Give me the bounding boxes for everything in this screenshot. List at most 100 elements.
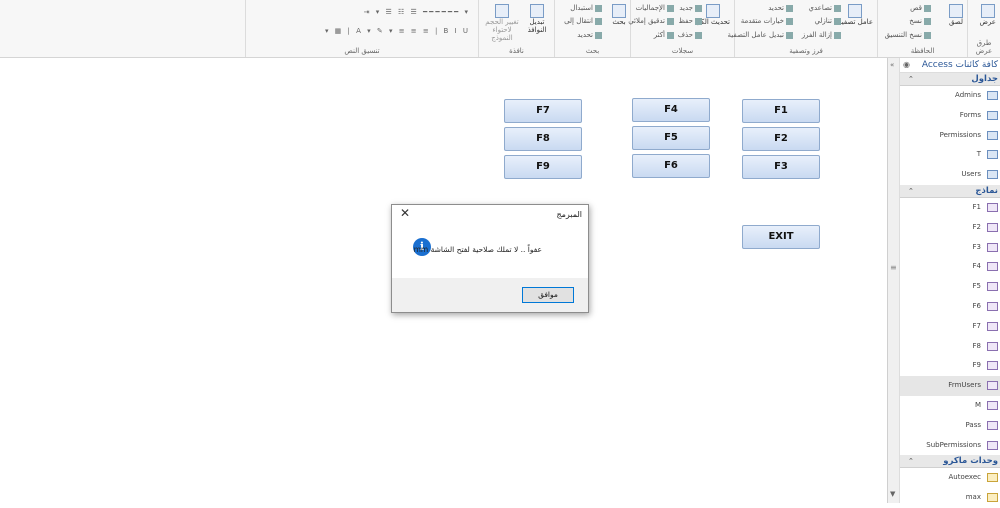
totals-button[interactable]: الإجماليات <box>636 4 674 12</box>
copy-button[interactable]: نسخ <box>909 17 931 25</box>
nav-item-label: F4 <box>972 262 981 271</box>
table-icon <box>987 170 998 180</box>
sort-ascending-button[interactable]: تصاعدي <box>809 4 841 12</box>
more-button[interactable]: أكثر <box>654 31 674 39</box>
nav-item[interactable]: F7 <box>900 317 1000 337</box>
forms-section-header[interactable]: نماذج ⌃ <box>900 184 1000 198</box>
nav-item[interactable]: F1 <box>900 198 1000 218</box>
scroll-down-icon[interactable]: ▼ <box>890 490 895 498</box>
selection-button[interactable]: تحديد <box>768 4 793 12</box>
nav-item[interactable]: F3 <box>900 238 1000 258</box>
nav-item[interactable]: F2 <box>900 218 1000 238</box>
new-record-button[interactable]: جديد <box>679 4 702 12</box>
toggle-filter-icon <box>786 31 793 39</box>
nav-item[interactable]: Permissions <box>900 126 1000 146</box>
font-controls[interactable]: ▾ ━━━━━━ ☰ ☷ ☰ ▾ ⇥ <box>364 8 470 16</box>
collapse-icon[interactable]: ⌃ <box>908 185 914 197</box>
nav-item-label: Forms <box>959 110 981 119</box>
nav-main: كافة كائنات Access ◉ جداول ⌃ Admins Forms… <box>900 58 1000 503</box>
nav-item[interactable]: F4 <box>900 257 1000 277</box>
size-to-fit-button[interactable]: تغيير الحجم لاحتواء النموذج <box>482 4 522 42</box>
form-icon <box>987 420 998 430</box>
sigma-icon <box>667 4 674 12</box>
select-button[interactable]: تحديد <box>577 31 602 39</box>
nav-item[interactable]: Forms <box>900 106 1000 126</box>
nav-item[interactable]: max <box>900 488 1000 508</box>
f7-button[interactable]: F7 <box>504 99 582 123</box>
remove-sort-icon <box>834 31 841 39</box>
nav-item[interactable]: Pass <box>900 416 1000 436</box>
nav-item[interactable]: FrmUsers <box>900 376 1000 396</box>
f1-button[interactable]: F1 <box>742 99 820 123</box>
select-cursor-icon <box>595 31 602 39</box>
nav-item-label: Permissions <box>939 130 981 139</box>
replace-button[interactable]: استبدال <box>570 4 602 12</box>
text-format-group: ▾ ━━━━━━ ☰ ☷ ☰ ▾ ⇥ A ▾ ✎ ▾ ≡ ≡ ≡ | B I U… <box>245 0 478 57</box>
spelling-button[interactable]: تدقيق إملائي <box>628 17 674 25</box>
exit-button[interactable]: EXIT <box>742 225 820 249</box>
advanced-button[interactable]: خيارات متقدمة <box>741 17 793 25</box>
tables-section-header[interactable]: جداول ⌃ <box>900 73 1000 86</box>
sort-descending-button[interactable]: تنازلي <box>814 17 841 25</box>
collapse-pane-icon[interactable]: « <box>890 61 894 69</box>
views-group: عرض طرق عرض <box>967 0 1000 57</box>
delete-icon <box>695 31 702 39</box>
switch-windows-button[interactable]: تبديل النوافذ <box>524 4 550 34</box>
f2-button[interactable]: F2 <box>742 127 820 151</box>
nav-item-label: FrmUsers <box>948 381 981 390</box>
view-button[interactable]: عرض <box>979 4 996 26</box>
cut-button[interactable]: قص <box>910 4 931 12</box>
delete-record-button[interactable]: حذف <box>678 31 702 39</box>
nav-header[interactable]: كافة كائنات Access ◉ <box>900 58 1000 73</box>
nav-item[interactable]: F9 <box>900 356 1000 376</box>
save-record-button[interactable]: حفظ <box>678 17 702 25</box>
funnel-icon <box>848 4 863 18</box>
f9-button[interactable]: F9 <box>504 155 582 179</box>
message-dialog: المبرمج ✕ i عفواً .. لا تملك صلاحية لفتح… <box>391 204 589 313</box>
f6-button[interactable]: F6 <box>632 154 710 178</box>
nav-item[interactable]: SubPermissions <box>900 436 1000 456</box>
toggle-filter-button[interactable]: تبديل عامل التصفية <box>728 31 793 39</box>
table-icon <box>987 91 998 100</box>
advanced-filter-icon <box>786 17 793 25</box>
nav-item[interactable]: Users <box>900 165 1000 185</box>
format-painter-button[interactable]: نسخ التنسيق <box>885 31 931 39</box>
nav-item[interactable]: Autoexec <box>900 468 1000 488</box>
f4-button[interactable]: F4 <box>632 98 710 122</box>
goto-arrow-icon <box>595 17 602 25</box>
close-icon[interactable]: ✕ <box>398 206 412 220</box>
f5-button[interactable]: F5 <box>632 126 710 150</box>
ok-button[interactable]: موافق <box>522 287 574 303</box>
nav-item[interactable]: T <box>900 145 1000 165</box>
clipboard-group: لصق قص نسخ نسخ التنسيق الحافظة <box>877 0 967 57</box>
filter-button[interactable]: عامل تصفية <box>838 4 873 26</box>
remove-sort-button[interactable]: إزالة الفرز <box>802 31 841 39</box>
form-icon <box>987 321 998 331</box>
save-icon <box>695 17 702 25</box>
nav-scrollbar[interactable]: « ≡ ▼ <box>888 58 900 503</box>
nav-item[interactable]: F8 <box>900 337 1000 357</box>
nav-item-label: F6 <box>972 301 981 310</box>
format-controls[interactable]: A ▾ ✎ ▾ ≡ ≡ ≡ | B I U | ▦ ▾ <box>325 27 470 35</box>
macros-section-header[interactable]: وحدات ماكرو ⌃ <box>900 455 1000 469</box>
format-painter-icon <box>924 31 931 39</box>
f3-button[interactable]: F3 <box>742 155 820 179</box>
goto-button[interactable]: انتقال إلى <box>564 17 602 25</box>
collapse-icon[interactable]: ⌃ <box>908 73 914 85</box>
macro-icon <box>987 473 998 483</box>
nav-item[interactable]: Admins <box>900 86 1000 106</box>
dialog-message: عفواً .. لا تملك صلاحية لفتح الشاشة mm <box>413 245 542 254</box>
nav-item[interactable]: F6 <box>900 297 1000 317</box>
f8-button[interactable]: F8 <box>504 127 582 151</box>
nav-item[interactable]: M <box>900 396 1000 416</box>
find-button[interactable]: بحث <box>612 4 626 26</box>
paste-button[interactable]: لصق <box>949 4 963 26</box>
spelling-icon <box>667 17 674 25</box>
nav-item[interactable]: F5 <box>900 277 1000 297</box>
collapse-icon[interactable]: ⌃ <box>908 455 914 467</box>
splitter-grip-icon[interactable]: ≡ <box>890 263 897 272</box>
dialog-footer: موافق <box>392 278 588 312</box>
switch-windows-icon <box>530 4 544 18</box>
nav-menu-icon[interactable]: ◉ <box>903 58 910 72</box>
form-icon <box>987 301 998 311</box>
